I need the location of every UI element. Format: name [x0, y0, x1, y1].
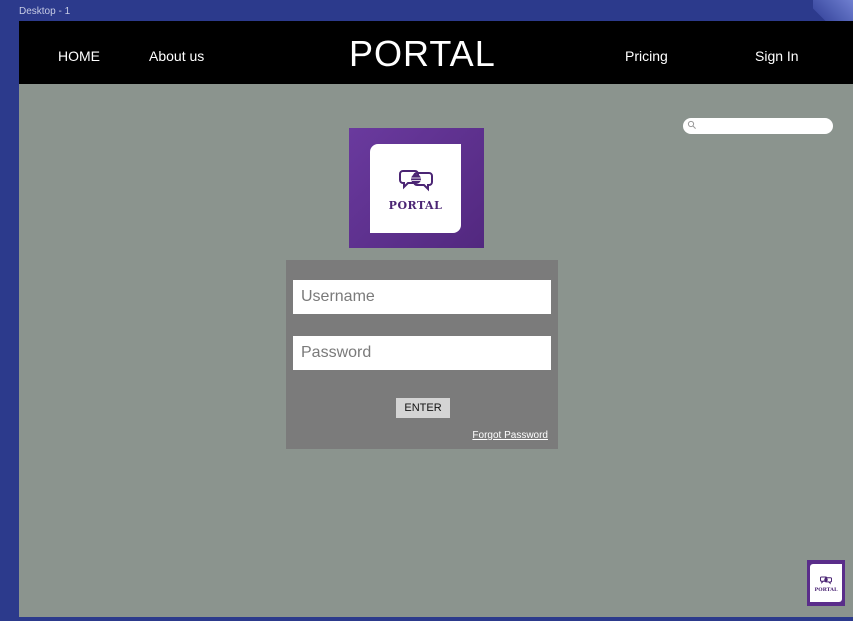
username-field[interactable]: [293, 280, 551, 314]
search-icon: [687, 120, 696, 129]
small-portal-logo[interactable]: PORTAL: [807, 560, 845, 606]
nav-signin-link[interactable]: Sign In: [755, 47, 799, 65]
nav-about-link[interactable]: About us: [149, 47, 204, 65]
logo-text: PORTAL: [388, 199, 443, 212]
speech-bubbles-icon: [399, 170, 433, 192]
search-input[interactable]: [683, 118, 833, 134]
top-navbar: HOME About us PORTAL Pricing Sign In: [19, 21, 853, 84]
login-panel: ENTER Forgot Password: [286, 260, 558, 449]
enter-button[interactable]: ENTER: [396, 398, 450, 418]
artboard-label: Desktop - 1: [19, 6, 71, 17]
nav-pricing-link[interactable]: Pricing: [625, 47, 668, 65]
artboard: HOME About us PORTAL Pricing Sign In POR…: [19, 21, 853, 617]
site-title: PORTAL: [349, 33, 496, 74]
nav-home-link[interactable]: HOME: [58, 47, 100, 65]
portal-logo: PORTAL: [349, 128, 484, 248]
forgot-password-link[interactable]: Forgot Password: [472, 430, 548, 441]
small-speech-bubbles-icon: [820, 576, 832, 585]
small-logo-text: PORTAL: [814, 587, 838, 593]
password-field[interactable]: [293, 336, 551, 370]
small-logo-card: PORTAL: [810, 564, 842, 602]
logo-card: PORTAL: [370, 144, 461, 233]
